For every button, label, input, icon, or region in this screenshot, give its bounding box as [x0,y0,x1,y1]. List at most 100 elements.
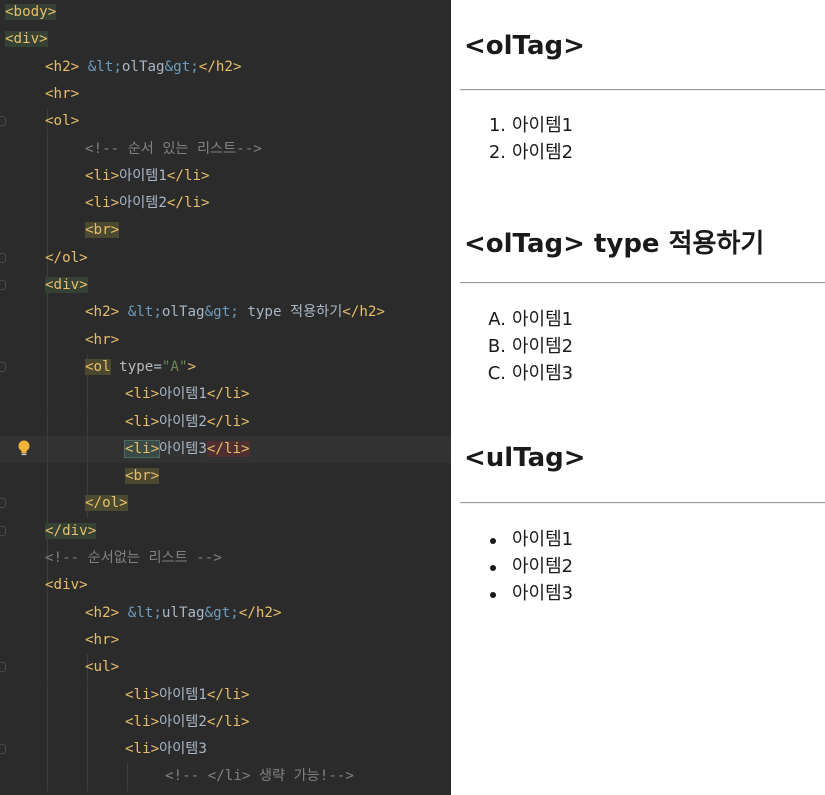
code-token: <!-- 순서 있는 리스트--> [85,140,262,157]
indent-guide [87,463,88,491]
code-line[interactable]: <br> [0,463,451,491]
fold-marker-icon[interactable] [0,525,6,536]
code-line[interactable]: <hr> [0,81,451,108]
code-line[interactable]: <li>아이템1</li> [0,162,451,191]
code-token: </ol> [85,495,128,512]
indent-guide [47,463,48,491]
code-token: </li> [206,413,250,430]
code-token: type 적용하기 [238,304,343,321]
preview-list-item: 아이템2 [490,556,573,578]
code-line[interactable]: <li>아이템2</li> [0,408,451,436]
indent-guide [47,599,48,627]
preview-list-item: A. 아이템1 [488,309,574,331]
indent-guide [47,435,48,464]
preview-divider [460,89,825,91]
code-token: <li> [125,713,160,730]
code-token: type [119,358,154,375]
code-line[interactable]: <li>아이템1</li> [0,381,451,409]
indent-guide [47,654,48,682]
code-line[interactable]: </ol> [0,490,451,518]
code-token: olTag [121,58,165,75]
fold-marker-icon[interactable] [0,662,6,673]
code-line-content: <li>아이템2</li> [85,190,210,216]
code-line[interactable]: <h2> &lt;olTag&gt; type 적용하기</h2> [0,299,451,327]
code-token: <body> [5,4,57,20]
code-line-content: <div> [45,572,88,598]
code-line[interactable]: </div> [0,517,451,545]
indent-guide [47,190,48,218]
code-token: </li> [166,195,210,212]
code-line[interactable]: <!-- </li> 생략 가능!--> [0,763,451,791]
list-item-text: 아이템2 [512,142,574,163]
code-line[interactable]: <h2> &lt;ulTag&gt;</h2> [0,599,451,627]
code-line[interactable]: <hr> [0,626,451,655]
code-line[interactable]: <!-- 순서 있는 리스트--> [0,135,451,163]
code-line[interactable]: <ol type="A"> [0,353,451,382]
code-token: <hr> [45,85,80,102]
code-line[interactable]: <ul> [0,654,451,682]
fold-marker-icon[interactable] [0,361,6,372]
code-token: &lt; [127,604,162,621]
code-line[interactable]: <div> [0,572,451,600]
code-line-content: <li>아이템1</li> [125,381,250,407]
fold-marker-icon[interactable] [0,498,6,509]
fold-marker-icon[interactable] [0,252,6,263]
lightbulb-icon[interactable] [16,438,32,458]
code-line-content: <ul> [85,654,119,680]
code-editor[interactable]: <body> <div> <h2> &lt;olTag&gt;</h2> <hr> <o… [0,0,451,795]
code-line-content: </ol> [45,245,88,271]
code-token: <br> [125,468,160,485]
code-token: <div> [45,577,88,594]
indent-guide [87,381,88,409]
code-line-content: <li>아이템1</li> [125,682,250,708]
code-line[interactable]: <body> [0,0,451,26]
code-line-content: <body> [5,0,57,25]
code-token: </ol> [45,249,88,266]
code-token: <!-- </li> 생략 가능!--> [165,768,354,785]
code-line[interactable]: <div> [0,272,451,300]
code-token: <li> [85,195,120,212]
code-token: ulTag [161,604,205,621]
code-line[interactable]: <li>아이템2</li> [0,708,451,737]
code-line[interactable]: <h2> &lt;olTag&gt;</h2> [0,54,451,81]
list-item-text: 아이템1 [512,529,574,550]
fold-marker-icon[interactable] [0,116,6,127]
code-line-content: <h2> &lt;ulTag&gt;</h2> [85,600,282,626]
code-line[interactable]: <br> [0,217,451,245]
list-item-text: 아이템3 [512,583,574,604]
code-line[interactable]: <li>아이템1</li> [0,681,451,709]
indent-guide [47,299,48,327]
code-line[interactable]: <li>아이템2</li> [0,190,451,218]
code-line-content: <div> [5,26,48,52]
code-token: <li> [85,167,120,184]
code-token: <hr> [85,331,120,348]
code-token: </li> [166,167,210,184]
code-line[interactable]: <div> [0,26,451,53]
code-token: 아이템3 [159,440,207,457]
preview-heading-oltag-type: <olTag> type 적용하기 [464,229,765,259]
code-line[interactable]: <li>아이템3</li> [0,435,451,464]
code-token: = [153,358,162,375]
fold-marker-icon[interactable] [0,280,6,290]
list-item-text: 아이템1 [512,309,574,330]
indent-guide [47,763,48,791]
code-line[interactable]: <ol> [0,108,451,136]
list-marker: B. [487,336,506,357]
code-line[interactable]: <!-- 순서없는 리스트 --> [0,545,451,573]
fold-marker-icon[interactable] [0,744,6,755]
indent-guide [87,408,88,436]
code-token: <div> [45,277,88,293]
indent-guide [87,763,88,791]
code-token: 아이템2 [159,713,207,730]
indent-guide [47,326,48,354]
indent-guide [47,135,48,163]
indent-guide [47,490,48,518]
indent-guide [47,381,48,409]
code-token: &lt; [127,304,162,321]
indent-guide [47,626,48,655]
code-line[interactable]: <li>아이템3 [0,736,451,764]
code-line[interactable]: </ol> [0,244,451,272]
code-line-content: <br> [125,463,160,489]
code-line[interactable]: <hr> [0,326,451,354]
